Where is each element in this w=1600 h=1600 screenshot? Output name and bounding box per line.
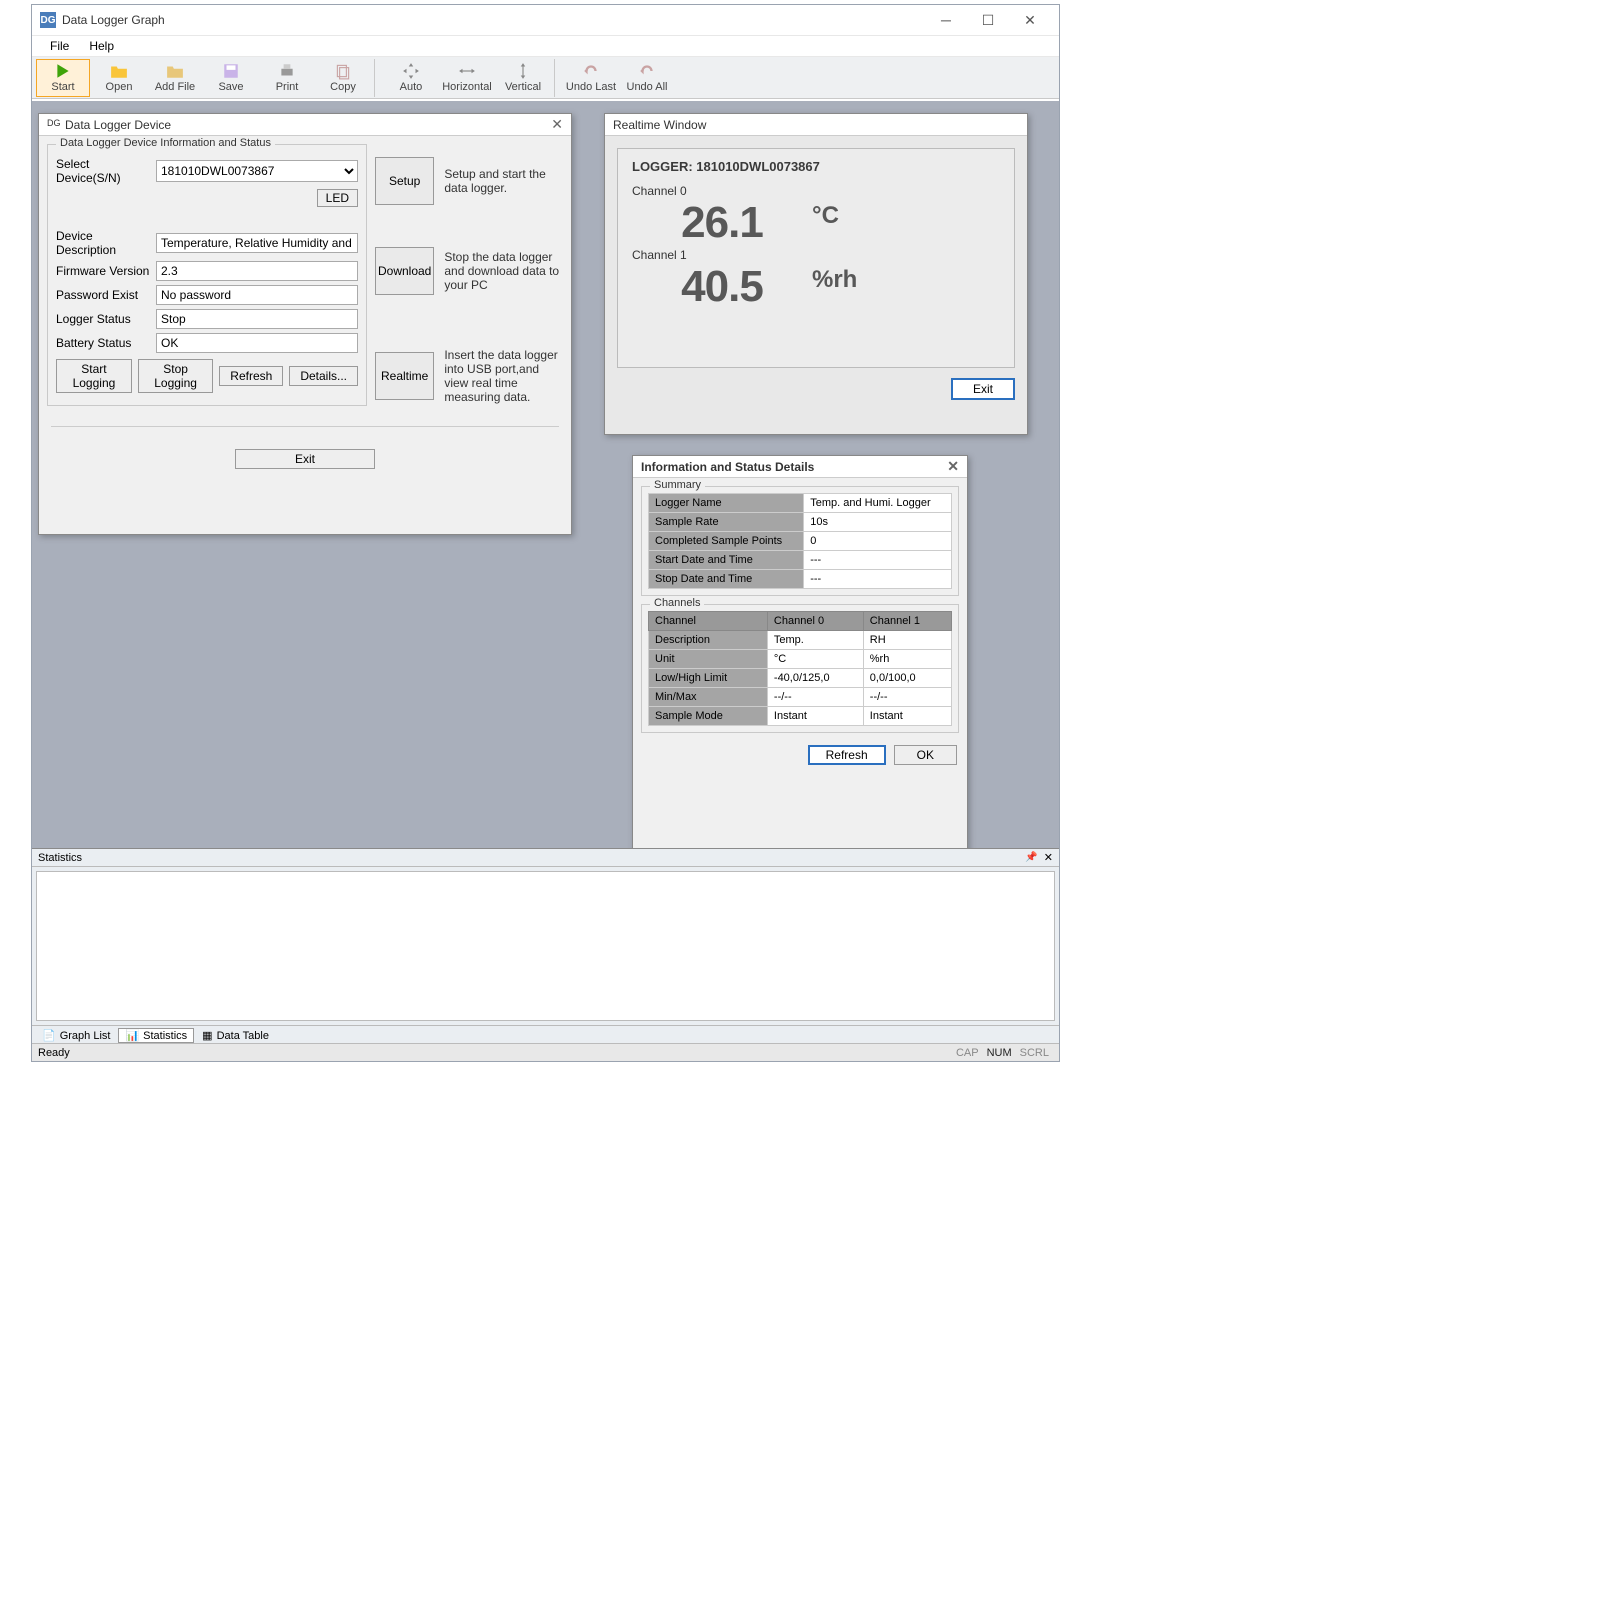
stop-logging-button[interactable]: Stop Logging xyxy=(138,359,213,393)
tab-statistics[interactable]: 📊Statistics xyxy=(118,1028,194,1043)
tb-start[interactable]: Start xyxy=(36,59,90,97)
channels-legend: Channels xyxy=(650,597,704,609)
ch1-label: Channel 1 xyxy=(632,248,1000,262)
tb-undolast[interactable]: Undo Last xyxy=(564,59,618,97)
undo-all-icon xyxy=(638,62,656,80)
folder-open-icon xyxy=(110,62,128,80)
statistics-body xyxy=(36,871,1055,1021)
app-icon: DG xyxy=(47,118,61,132)
details-title: Information and Status Details xyxy=(641,460,814,474)
ch0-label: Channel 0 xyxy=(632,184,1000,198)
realtime-desc: Insert the data logger into USB port,and… xyxy=(444,348,563,404)
tb-vertical[interactable]: Vertical xyxy=(496,59,550,97)
close-icon[interactable]: ✕ xyxy=(1044,851,1053,864)
led-button[interactable]: LED xyxy=(317,189,358,207)
app-titlebar: DG Data Logger Graph ─ ☐ ✕ xyxy=(32,5,1059,35)
start-logging-button[interactable]: Start Logging xyxy=(56,359,132,393)
desc-label: Device Description xyxy=(56,229,156,257)
download-button[interactable]: Download xyxy=(375,247,434,295)
device-serial-select[interactable]: 181010DWL0073867 xyxy=(156,160,358,182)
print-icon xyxy=(278,62,296,80)
device-group-legend: Data Logger Device Information and Statu… xyxy=(56,137,275,149)
details-button[interactable]: Details... xyxy=(289,366,358,386)
tb-copy[interactable]: Copy xyxy=(316,59,370,97)
channels-table: ChannelChannel 0Channel 1 DescriptionTem… xyxy=(648,611,952,726)
summary-legend: Summary xyxy=(650,479,705,491)
download-desc: Stop the data logger and download data t… xyxy=(444,250,563,292)
table-icon: ▦ xyxy=(202,1029,212,1042)
setup-button[interactable]: Setup xyxy=(375,157,434,205)
ch1-unit: %rh xyxy=(812,262,872,294)
tb-auto[interactable]: Auto xyxy=(384,59,438,97)
firmware-field[interactable] xyxy=(156,261,358,281)
tb-save[interactable]: Save xyxy=(204,59,258,97)
ch0-value: 26.1 xyxy=(632,198,812,248)
close-icon[interactable]: ✕ xyxy=(947,458,959,475)
app-title: Data Logger Graph xyxy=(62,13,165,27)
realtime-logger-label: LOGGER: 181010DWL0073867 xyxy=(632,159,1000,174)
undo-icon xyxy=(582,62,600,80)
close-icon[interactable]: ✕ xyxy=(551,116,563,133)
minimize-button[interactable]: ─ xyxy=(925,6,967,34)
arrows-h-icon xyxy=(458,62,476,80)
device-exit-button[interactable]: Exit xyxy=(235,449,375,469)
logger-status-field[interactable] xyxy=(156,309,358,329)
tb-horizontal[interactable]: Horizontal xyxy=(440,59,494,97)
tb-undoall[interactable]: Undo All xyxy=(620,59,674,97)
ch1-value: 40.5 xyxy=(632,262,812,312)
menu-help[interactable]: Help xyxy=(79,39,124,53)
stats-icon: 📊 xyxy=(125,1029,139,1042)
status-cap: CAP xyxy=(952,1047,983,1059)
batt-label: Battery Status xyxy=(56,336,156,350)
statistics-panel: Statistics 📌 ✕ 📄Graph List 📊Statistics ▦… xyxy=(32,848,1059,1043)
arrows-v-icon xyxy=(514,62,532,80)
statistics-title: Statistics xyxy=(38,852,82,864)
refresh-button[interactable]: Refresh xyxy=(219,366,283,386)
toolbar: Start Open Add File Save Print Copy Auto… xyxy=(32,57,1059,99)
tb-print[interactable]: Print xyxy=(260,59,314,97)
pin-icon[interactable]: 📌 xyxy=(1025,852,1037,863)
realtime-exit-button[interactable]: Exit xyxy=(951,378,1015,400)
tb-open[interactable]: Open xyxy=(92,59,146,97)
status-ready: Ready xyxy=(38,1047,70,1059)
realtime-title: Realtime Window xyxy=(613,118,706,132)
menubar: File Help xyxy=(32,35,1059,57)
setup-desc: Setup and start the data logger. xyxy=(444,167,563,195)
realtime-button[interactable]: Realtime xyxy=(375,352,434,400)
realtime-panel: Realtime Window LOGGER: 181010DWL0073867… xyxy=(604,113,1028,435)
list-icon: 📄 xyxy=(42,1029,56,1042)
battery-status-field[interactable] xyxy=(156,333,358,353)
menu-file[interactable]: File xyxy=(40,39,79,53)
maximize-button[interactable]: ☐ xyxy=(967,6,1009,34)
ch0-unit: °C xyxy=(812,198,872,230)
tab-data-table[interactable]: ▦Data Table xyxy=(196,1028,275,1043)
status-num: NUM xyxy=(983,1047,1016,1059)
summary-table: Logger NameTemp. and Humi. Logger Sample… xyxy=(648,493,952,589)
app-icon: DG xyxy=(40,12,56,28)
arrows-4way-icon xyxy=(402,62,420,80)
pw-label: Password Exist xyxy=(56,288,156,302)
copy-icon xyxy=(334,62,352,80)
tab-graph-list[interactable]: 📄Graph List xyxy=(36,1028,116,1043)
folder-plus-icon xyxy=(166,62,184,80)
fw-label: Firmware Version xyxy=(56,264,156,278)
device-panel: DG Data Logger Device ✕ Data Logger Devi… xyxy=(38,113,572,535)
save-icon xyxy=(222,62,240,80)
details-ok-button[interactable]: OK xyxy=(894,745,957,765)
status-label: Logger Status xyxy=(56,312,156,326)
statusbar: Ready CAP NUM SCRL xyxy=(32,1043,1059,1061)
status-scrl: SCRL xyxy=(1016,1047,1053,1059)
tb-addfile[interactable]: Add File xyxy=(148,59,202,97)
play-icon xyxy=(54,62,72,80)
details-dialog: Information and Status Details ✕ Summary… xyxy=(632,455,968,855)
password-field[interactable] xyxy=(156,285,358,305)
device-panel-title: Data Logger Device xyxy=(65,118,171,132)
details-refresh-button[interactable]: Refresh xyxy=(808,745,886,765)
device-desc-field[interactable] xyxy=(156,233,358,253)
select-device-label: Select Device(S/N) xyxy=(56,157,156,185)
close-button[interactable]: ✕ xyxy=(1009,6,1051,34)
